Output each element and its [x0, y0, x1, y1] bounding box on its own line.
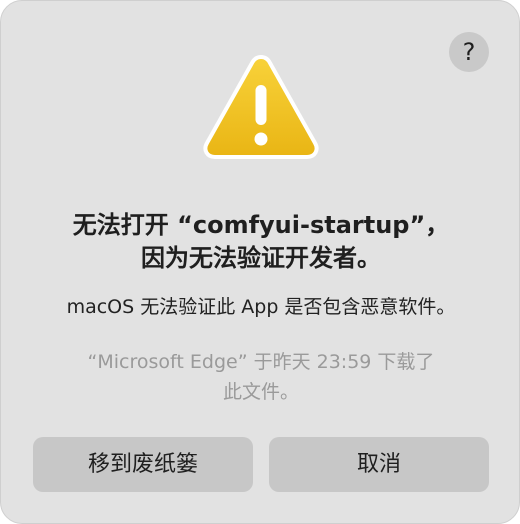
title-line-2: 因为无法验证开发者。	[141, 244, 381, 272]
cancel-button[interactable]: 取消	[269, 437, 489, 492]
download-info: “Microsoft Edge” 于昨天 23:59 下载了 此文件。	[1, 347, 520, 407]
help-button[interactable]: ?	[449, 32, 489, 72]
download-info-line-1: “Microsoft Edge” 于昨天 23:59 下载了	[87, 351, 435, 373]
move-to-trash-button[interactable]: 移到废纸篓	[33, 437, 253, 492]
dialog-message: macOS 无法验证此 App 是否包含恶意软件。	[66, 296, 456, 318]
dialog-title: 无法打开 “comfyui-startup”， 因为无法验证开发者。	[1, 209, 520, 275]
security-warning-dialog: ? 无法打开 “comfyui-startup”， 因为无法验证开发者。 mac…	[0, 0, 520, 524]
warning-triangle-icon	[203, 55, 319, 159]
question-mark-icon: ?	[462, 38, 476, 66]
download-info-line-2: 此文件。	[222, 381, 299, 403]
title-line-1: 无法打开 “comfyui-startup”，	[72, 211, 450, 239]
